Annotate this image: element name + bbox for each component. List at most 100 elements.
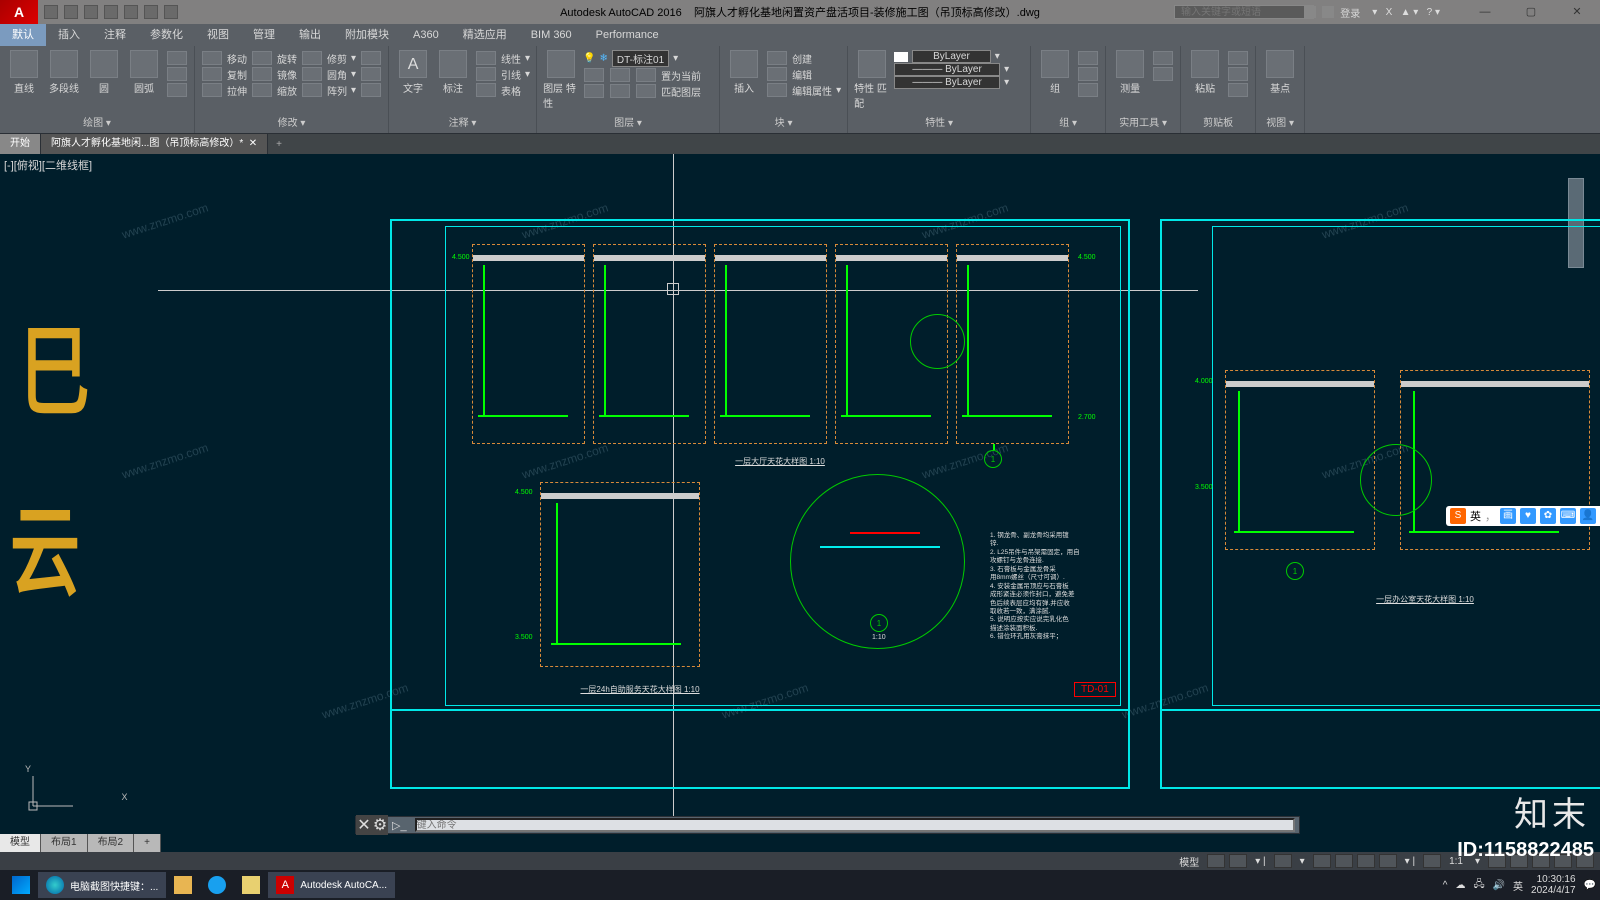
ime-opt4-icon[interactable]: ⌨ <box>1560 508 1576 524</box>
new-layout-tab[interactable]: + <box>134 834 161 852</box>
tab-performance[interactable]: Performance <box>584 24 671 46</box>
model-tab[interactable]: 模型 <box>0 834 41 852</box>
table-icon[interactable] <box>476 83 496 97</box>
ime-logo-icon[interactable]: S <box>1450 508 1466 524</box>
tab-featured[interactable]: 精选应用 <box>451 24 519 46</box>
ortho-toggle[interactable] <box>1274 854 1292 868</box>
login-button[interactable]: 登录 <box>1340 5 1360 20</box>
measure-button[interactable]: 测量 <box>1112 50 1148 112</box>
file-tab-start[interactable]: 开始 <box>0 134 41 154</box>
window-maximize[interactable]: ▢ <box>1508 0 1554 24</box>
tab-view[interactable]: 视图 <box>195 24 241 46</box>
tab-default[interactable]: 默认 <box>0 24 46 46</box>
trim-icon[interactable] <box>302 51 322 65</box>
layout1-tab[interactable]: 布局1 <box>41 834 88 852</box>
tray-network-icon[interactable]: 🖧 <box>1473 877 1484 894</box>
tab-manage[interactable]: 管理 <box>241 24 287 46</box>
file-tab-drawing[interactable]: 阿旗人才孵化基地闲...图（吊顶标高修改）* ✕ <box>41 134 268 154</box>
tab-addins[interactable]: 附加模块 <box>333 24 401 46</box>
insert-button[interactable]: 插入 <box>726 50 762 112</box>
explorer-task[interactable] <box>166 872 200 898</box>
qat-plot-icon[interactable] <box>124 5 138 19</box>
tray-volume-icon[interactable]: 🔊 <box>1493 880 1505 891</box>
leader-icon[interactable] <box>476 67 496 81</box>
move-icon[interactable] <box>202 51 222 65</box>
base-button[interactable]: 基点 <box>1262 50 1298 112</box>
cmdline-close-icon[interactable]: ✕ <box>356 815 372 835</box>
tab-bim360[interactable]: BIM 360 <box>519 24 584 46</box>
ime-opt5-icon[interactable]: 👤 <box>1580 508 1596 524</box>
polar-toggle[interactable] <box>1313 854 1331 868</box>
copy-icon[interactable] <box>202 67 222 81</box>
color-dropdown[interactable]: ByLayer <box>912 50 991 63</box>
tray-chevron-icon[interactable]: ^ <box>1443 880 1448 891</box>
ime-opt3-icon[interactable]: ✿ <box>1540 508 1556 524</box>
polyline-button[interactable]: 多段线 <box>46 50 82 112</box>
tab-parametric[interactable]: 参数化 <box>138 24 195 46</box>
arc-button[interactable]: 圆弧 <box>126 50 162 112</box>
linear-icon[interactable] <box>476 51 496 65</box>
array-icon[interactable] <box>302 83 322 97</box>
rotate-icon[interactable] <box>252 51 272 65</box>
modelspace-toggle[interactable]: 模型 <box>1179 854 1199 869</box>
start-button[interactable] <box>4 872 38 898</box>
annotation-scale-icon[interactable] <box>1423 854 1441 868</box>
window-close[interactable]: ✕ <box>1554 0 1600 24</box>
app-menu-icon[interactable]: A <box>0 0 38 24</box>
qat-new-icon[interactable] <box>44 5 58 19</box>
tab-a360[interactable]: A360 <box>401 24 451 46</box>
text-button[interactable]: A文字 <box>395 50 431 112</box>
circle-button[interactable]: 圆 <box>86 50 122 112</box>
linetype-dropdown[interactable]: ——— ByLayer <box>894 76 1000 89</box>
layer-props-button[interactable]: 图层 特性 <box>543 50 579 112</box>
system-clock[interactable]: 10:30:162024/4/17 <box>1531 874 1576 896</box>
fillet-icon[interactable] <box>302 67 322 81</box>
qat-saveas-icon[interactable] <box>104 5 118 19</box>
layout2-tab[interactable]: 布局2 <box>88 834 135 852</box>
command-line[interactable]: ✕ ⚙ ▷_ <box>355 816 1300 834</box>
paste-button[interactable]: 粘贴 <box>1187 50 1223 112</box>
cmdline-config-icon[interactable]: ⚙ <box>372 815 388 835</box>
qat-redo-icon[interactable] <box>164 5 178 19</box>
qq-task[interactable] <box>200 872 234 898</box>
binoculars-icon[interactable] <box>1304 6 1316 18</box>
draw-more1[interactable] <box>167 51 187 65</box>
draw-more3[interactable] <box>167 83 187 97</box>
lwt-toggle[interactable] <box>1379 854 1397 868</box>
autocad-task[interactable]: AAutodesk AutoCA... <box>268 872 395 898</box>
window-minimize[interactable]: — <box>1462 0 1508 24</box>
stretch-icon[interactable] <box>202 83 222 97</box>
snap-toggle[interactable] <box>1229 854 1247 868</box>
otrack-toggle[interactable] <box>1357 854 1375 868</box>
notification-icon[interactable]: 💬 <box>1584 880 1596 891</box>
edge-task[interactable]: 电脑截图快捷键：... <box>38 872 166 898</box>
login-icon[interactable] <box>1322 6 1334 18</box>
tab-annotate[interactable]: 注释 <box>92 24 138 46</box>
app-task[interactable] <box>234 872 268 898</box>
tab-output[interactable]: 输出 <box>287 24 333 46</box>
qat-undo-icon[interactable] <box>144 5 158 19</box>
ime-toolbar[interactable]: S 英 ， 画 ♥ ✿ ⌨ 👤 <box>1446 506 1600 526</box>
tray-onedrive-icon[interactable]: ☁ <box>1455 880 1465 891</box>
ime-opt2-icon[interactable]: ♥ <box>1520 508 1536 524</box>
tab-insert[interactable]: 插入 <box>46 24 92 46</box>
line-button[interactable]: 直线 <box>6 50 42 112</box>
command-input[interactable] <box>415 818 1295 832</box>
lineweight-dropdown[interactable]: ——— ByLayer <box>894 63 1000 76</box>
qat-open-icon[interactable] <box>64 5 78 19</box>
group-button[interactable]: 组 <box>1037 50 1073 112</box>
infocenter-search[interactable] <box>1174 5 1314 19</box>
dimstyle-dropdown[interactable]: DT-标注01 <box>612 50 669 67</box>
draw-more2[interactable] <box>167 67 187 81</box>
tray-ime-icon[interactable]: 英 <box>1513 878 1523 893</box>
grid-toggle[interactable] <box>1207 854 1225 868</box>
ime-opt1-icon[interactable]: 画 <box>1500 508 1516 524</box>
qat-save-icon[interactable] <box>84 5 98 19</box>
osnap-toggle[interactable] <box>1335 854 1353 868</box>
new-file-tab[interactable]: + <box>268 139 290 150</box>
match-props-button[interactable]: 特性 匹配 <box>854 50 890 112</box>
ime-lang[interactable]: 英 <box>1470 508 1481 524</box>
dim-button[interactable]: 标注 <box>435 50 471 112</box>
mirror-icon[interactable] <box>252 67 272 81</box>
drawing-viewport[interactable]: [-][俯视][二维线框] 巳 云 www.znzmo.com www.znzm… <box>0 154 1600 834</box>
